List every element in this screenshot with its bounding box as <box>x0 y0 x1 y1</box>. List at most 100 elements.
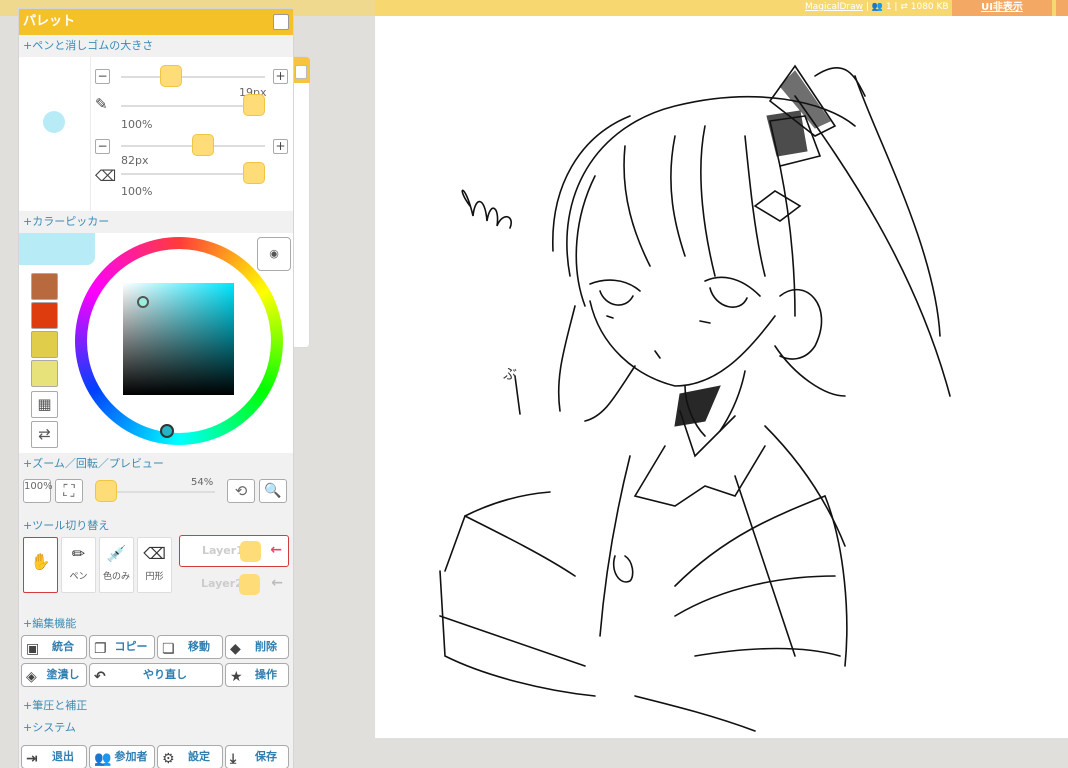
pen-size-slider-knob[interactable] <box>160 65 183 87</box>
pen-size-increase-button[interactable]: + <box>273 69 288 84</box>
merge-icon: ▣ <box>26 641 40 657</box>
pen-icon: ✎ <box>95 95 108 113</box>
eraser-icon: ⌫ <box>95 167 117 185</box>
swatch-swap-icon[interactable]: ⇄ <box>31 421 58 448</box>
move-button[interactable]: ❏ 移動 <box>157 635 223 659</box>
sv-cursor[interactable] <box>137 296 149 308</box>
eyedropper-tool-button[interactable]: 💉 色のみ <box>99 537 134 593</box>
color-swatch-1[interactable] <box>31 273 58 300</box>
pen-tool-button[interactable]: ✏ ペン <box>61 537 96 593</box>
layer-2-name: Layer2 <box>201 577 243 590</box>
preview-search-icon[interactable]: 🔍 <box>259 479 287 503</box>
pen-opacity-slider-knob[interactable] <box>243 94 265 116</box>
pen-size-block: − + 19px ✎ 100% − + 82px ⌫ 100% <box>19 57 293 211</box>
fit-screen-icon[interactable]: ⛶ <box>55 479 83 503</box>
top-bar-edge <box>1056 0 1068 16</box>
data-size: 1080 KB <box>910 2 949 12</box>
section-zoom[interactable]: +ズーム／回転／プレビュー <box>19 453 293 475</box>
pen-opacity-value: 100% <box>121 118 153 131</box>
palette-titlebar[interactable]: パレット <box>19 9 293 35</box>
user-icon: 👥 <box>871 2 883 12</box>
move-icon: ❏ <box>162 641 175 657</box>
zoom-block: 100% ⛶ 54% ⟲ 🔍 <box>19 475 293 515</box>
brush-preview-dot <box>43 111 65 133</box>
sync-icon: ⇄ <box>900 2 908 12</box>
settings-button[interactable]: ⚙ 設定 <box>157 745 223 768</box>
app-name-link[interactable]: MagicalDraw <box>805 2 863 12</box>
fill-bucket-icon: ◈ <box>26 669 37 685</box>
user-count: 1 <box>885 2 892 12</box>
section-pressure[interactable]: +筆圧と補正 <box>19 695 293 717</box>
layer-1-opacity-knob[interactable] <box>240 541 261 562</box>
eraser-size-increase-button[interactable]: + <box>273 139 288 154</box>
hue-cursor[interactable] <box>160 424 174 438</box>
section-color-picker[interactable]: +カラーピッカー <box>19 211 293 233</box>
zoom-slider-knob[interactable] <box>95 480 117 502</box>
color-mode-icon[interactable]: ◉ <box>257 237 291 271</box>
eyedropper-icon: 💉 <box>106 544 127 563</box>
section-system[interactable]: +システム <box>19 717 293 739</box>
pen-size-track[interactable] <box>121 76 265 78</box>
system-block: ⇥ 退出 👥 参加者 ⚙ 設定 ⤓ 保存 <box>19 739 293 768</box>
palette-minimize-checkbox[interactable] <box>273 14 289 30</box>
layer-2-arrow-icon: ← <box>271 575 283 591</box>
eraser-opacity-slider-knob[interactable] <box>243 162 265 184</box>
fill-button[interactable]: ◈ 塗潰し <box>21 663 87 687</box>
layer-row-2[interactable]: Layer2 ← <box>179 569 289 601</box>
hand-tool-button[interactable]: ✋ <box>23 537 58 593</box>
color-swatch-3[interactable] <box>31 331 58 358</box>
exit-button[interactable]: ⇥ 退出 <box>21 745 87 768</box>
tool-switch-block: ✋ ✏ ペン 💉 色のみ ⌫ 円形 Layer1 ← Layer2 ← <box>19 535 293 613</box>
section-pen-size[interactable]: +ペンと消しゴムの大きさ <box>19 35 293 57</box>
merge-button[interactable]: ▣ 統合 <box>21 635 87 659</box>
sketch-drawing: ぶ <box>439 64 951 732</box>
layer-row-1[interactable]: Layer1 ← <box>179 535 289 567</box>
gear-icon: ⚙ <box>162 751 175 767</box>
drawing-canvas[interactable]: ぶ <box>375 16 1068 738</box>
zoom-value: 54% <box>191 477 214 488</box>
delete-icon: ◆ <box>230 641 241 657</box>
status-info: MagicalDraw | 👥 1 | ⇄ 1080 KB <box>805 2 949 12</box>
add-swatch-icon[interactable]: ▦ <box>31 391 58 418</box>
redo-label: やり直し <box>143 668 187 681</box>
palette-title: パレット <box>23 14 76 29</box>
pen-tool-icon: ✏ <box>71 544 86 563</box>
redo-icon: ↶ <box>94 669 106 685</box>
color-swatch-2[interactable] <box>31 302 58 329</box>
eraser-tool-button[interactable]: ⌫ 円形 <box>137 537 172 593</box>
palette-panel: パレット +ペンと消しゴムの大きさ − + 19px ✎ 100% − + 82… <box>18 8 294 768</box>
eraser-size-value: 82px <box>121 154 149 167</box>
current-color-tab[interactable] <box>19 233 95 265</box>
participants-button[interactable]: 👥 参加者 <box>89 745 155 768</box>
section-edit[interactable]: +編集機能 <box>19 613 293 635</box>
star-icon: ★ <box>230 669 243 685</box>
color-swatch-4[interactable] <box>31 360 58 387</box>
delete-button[interactable]: ◆ 削除 <box>225 635 289 659</box>
edit-block: ▣ 統合 ❐ コピー ❏ 移動 ◆ 削除 ◈ 塗潰し ↶ やり直し ★ 操作 <box>19 635 293 693</box>
eraser-opacity-value: 100% <box>121 185 153 198</box>
rotate-reset-icon[interactable]: ⟲ <box>227 479 255 503</box>
action-button[interactable]: ★ 操作 <box>225 663 289 687</box>
layer-2-opacity-knob[interactable] <box>239 574 260 595</box>
copy-button[interactable]: ❐ コピー <box>89 635 155 659</box>
eraser-tool-label: 円形 <box>145 572 164 582</box>
copy-icon: ❐ <box>94 641 107 657</box>
save-button[interactable]: ⤓ 保存 <box>225 745 289 768</box>
section-tools[interactable]: +ツール切り替え <box>19 515 293 537</box>
eraser-size-decrease-button[interactable]: − <box>95 139 110 154</box>
layer-panel-collapsed[interactable] <box>292 56 310 348</box>
redo-button[interactable]: ↶ やり直し <box>89 663 223 687</box>
pen-tool-label: ペン <box>69 572 88 582</box>
layer-panel-checkbox[interactable] <box>295 65 307 79</box>
layer-1-active-arrow-icon: ← <box>270 542 282 558</box>
exit-icon: ⇥ <box>26 751 38 767</box>
eraser-size-slider-knob[interactable] <box>191 134 214 156</box>
zoom-reset-button[interactable]: 100% <box>23 479 53 503</box>
download-icon: ⤓ <box>230 751 237 767</box>
color-picker-block: ▦ ⇄ ◉ <box>19 233 293 453</box>
layer-1-name: Layer1 <box>202 544 244 557</box>
pen-size-decrease-button[interactable]: − <box>95 69 110 84</box>
canvas-annotation: ぶ <box>503 367 517 383</box>
hide-ui-button[interactable]: UI非表示 <box>952 0 1052 16</box>
hand-icon: ✋ <box>30 552 51 571</box>
